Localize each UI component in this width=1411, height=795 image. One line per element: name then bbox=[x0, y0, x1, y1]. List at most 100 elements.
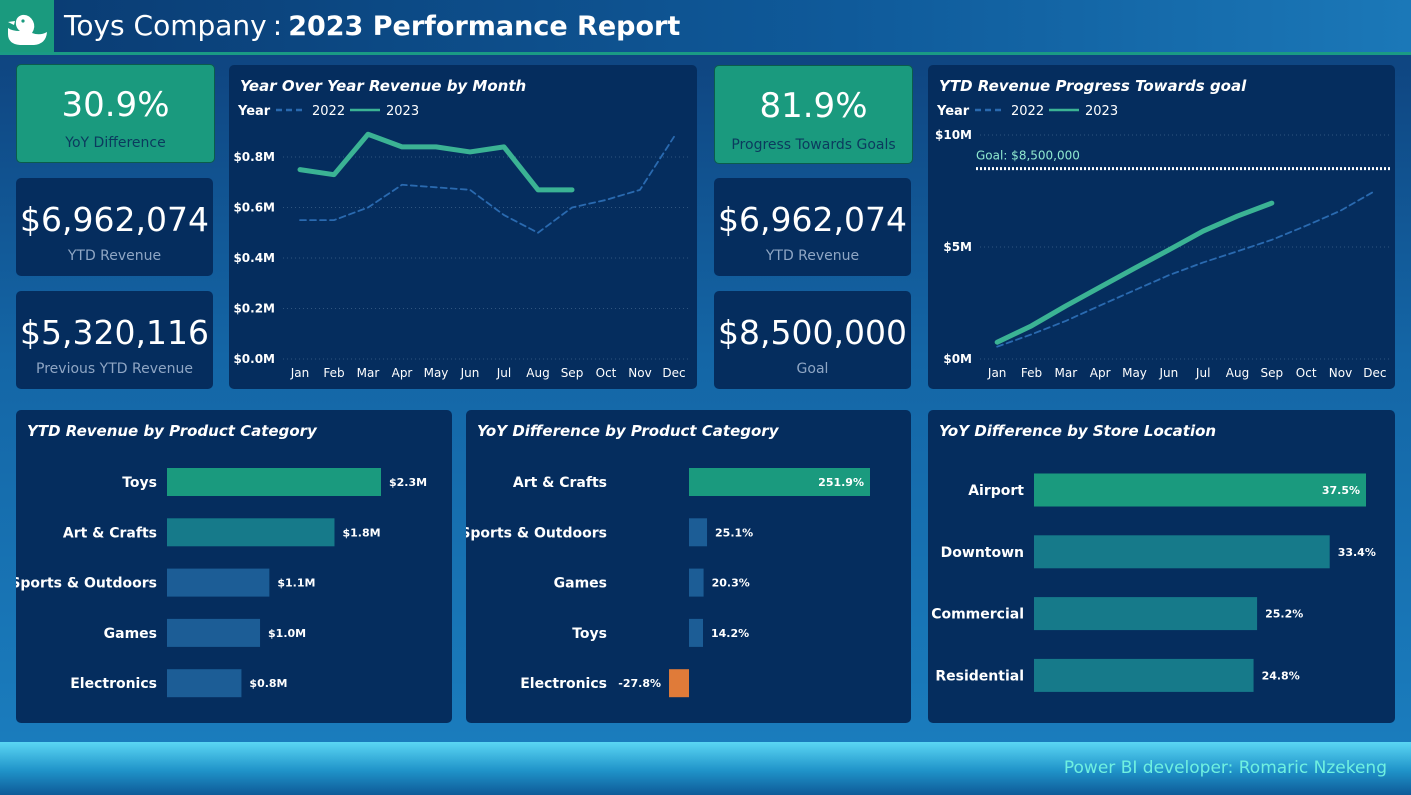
bar-commercial bbox=[1034, 597, 1258, 631]
report-title: Toys Company:2023 Performance Report bbox=[64, 6, 680, 46]
category-label: Commercial bbox=[931, 607, 1024, 623]
category-label: Electronics bbox=[70, 676, 157, 692]
data-label: 14.2% bbox=[711, 627, 749, 640]
x-tick-label: Oct bbox=[1296, 366, 1317, 380]
kpi-value: $6,962,074 bbox=[718, 200, 907, 239]
legend-label-2022: 2022 bbox=[312, 104, 345, 119]
y-tick-label: $5M bbox=[943, 240, 972, 254]
series-line-2023 bbox=[297, 131, 575, 193]
bar-toys bbox=[689, 618, 703, 647]
kpi-label: Previous YTD Revenue bbox=[36, 361, 193, 377]
bar-toys bbox=[167, 468, 381, 496]
ytd-by-product-panel[interactable]: YTD Revenue by Product Category Toys $2.3… bbox=[16, 410, 452, 723]
data-label: 25.2% bbox=[1265, 608, 1303, 621]
ytd-progress-chart: Year 2022 2023 $0M $5M $10M Jan Feb Mar Apr May Jun… bbox=[935, 104, 1392, 380]
kpi-label: YTD Revenue bbox=[67, 248, 162, 264]
kpi-label: YTD Revenue bbox=[765, 248, 860, 264]
category-label: Sports & Outdoors bbox=[16, 576, 157, 592]
kpi-value: $6,962,074 bbox=[20, 200, 209, 239]
yoy-by-product-panel[interactable]: YoY Difference by Product Category Art &… bbox=[466, 410, 911, 723]
category-label: Airport bbox=[968, 483, 1024, 499]
y-tick-label: $0.2M bbox=[233, 302, 275, 316]
ytd-by-product-chart: Toys $2.3M Art & Crafts $1.8M Sports & Outdo… bbox=[16, 468, 427, 698]
kpi-previous-ytd-revenue[interactable]: $5,320,116 Previous YTD Revenue bbox=[16, 291, 213, 389]
kpi-ytd-revenue-2[interactable]: $6,962,074 YTD Revenue bbox=[714, 178, 911, 276]
y-tick-label: $0.0M bbox=[233, 352, 275, 366]
legend-title: Year bbox=[237, 104, 271, 119]
kpi-value: $8,500,000 bbox=[718, 313, 907, 352]
data-label: $1.0M bbox=[268, 627, 306, 640]
data-label: $1.1M bbox=[277, 577, 315, 590]
legend-label-2023: 2023 bbox=[386, 104, 419, 119]
x-tick-label: Dec bbox=[662, 366, 685, 380]
header-bar: Toys Company:2023 Performance Report bbox=[0, 0, 1411, 55]
kpi-value: 81.9% bbox=[759, 86, 868, 126]
legend-label-2023: 2023 bbox=[1085, 104, 1118, 119]
report-name: 2023 Performance Report bbox=[288, 11, 681, 42]
kpi-value: 30.9% bbox=[61, 85, 170, 125]
x-tick-label: Dec bbox=[1363, 366, 1386, 380]
x-tick-label: Apr bbox=[1090, 366, 1111, 380]
category-label: Art & Crafts bbox=[63, 525, 157, 541]
x-tick-label: Mar bbox=[357, 366, 380, 380]
x-tick-label: Jun bbox=[1158, 366, 1178, 380]
legend-label-2022: 2022 bbox=[1011, 104, 1044, 119]
category-label: Art & Crafts bbox=[513, 475, 607, 491]
bar-electronics bbox=[167, 669, 242, 698]
data-label: 33.4% bbox=[1338, 546, 1376, 559]
y-tick-label: $0.6M bbox=[233, 201, 275, 215]
title-separator: : bbox=[272, 9, 283, 42]
bar-electronics bbox=[669, 669, 689, 698]
bar-games bbox=[167, 618, 261, 647]
footer-bar: Power BI developer: Romaric Nzekeng bbox=[0, 742, 1411, 795]
goal-label: Goal: $8,500,000 bbox=[976, 149, 1080, 163]
x-tick-label: Jul bbox=[496, 366, 511, 380]
x-tick-label: Sep bbox=[561, 366, 584, 380]
footer-credit: Power BI developer: Romaric Nzekeng bbox=[1063, 758, 1387, 778]
category-label: Downtown bbox=[941, 545, 1024, 561]
x-tick-label: Jan bbox=[290, 366, 310, 380]
y-tick-label: $0M bbox=[943, 352, 972, 366]
kpi-progress-towards-goals[interactable]: 81.9% Progress Towards Goals bbox=[714, 65, 913, 164]
bar-airport bbox=[1034, 473, 1366, 507]
x-tick-label: May bbox=[424, 366, 449, 380]
category-label: Games bbox=[104, 626, 157, 642]
series-line-2023 bbox=[994, 200, 1275, 345]
x-tick-label: Oct bbox=[596, 366, 617, 380]
y-tick-label: $10M bbox=[935, 128, 972, 142]
data-label: 20.3% bbox=[712, 577, 750, 590]
bar-residential bbox=[1034, 658, 1254, 692]
data-label: 37.5% bbox=[1322, 484, 1360, 497]
kpi-value: $5,320,116 bbox=[20, 313, 209, 352]
bar-sports-outdoors bbox=[167, 568, 270, 597]
y-tick-label: $0.8M bbox=[233, 150, 275, 164]
category-label: Residential bbox=[935, 668, 1024, 684]
yoy-by-store-panel[interactable]: YoY Difference by Store Location Airport… bbox=[928, 410, 1395, 723]
bar-art-crafts bbox=[167, 518, 335, 547]
data-label: $0.8M bbox=[249, 677, 287, 690]
ytd-progress-panel[interactable]: YTD Revenue Progress Towards goal Year 20… bbox=[928, 65, 1395, 389]
category-label: Electronics bbox=[520, 676, 607, 692]
x-tick-label: Feb bbox=[323, 366, 344, 380]
bar-sports-outdoors bbox=[689, 518, 708, 547]
kpi-label: YoY Difference bbox=[65, 135, 166, 151]
kpi-yoy-difference[interactable]: 30.9% YoY Difference bbox=[16, 64, 215, 163]
data-label: $2.3M bbox=[389, 476, 427, 489]
data-label: 24.8% bbox=[1262, 669, 1300, 682]
legend-title: Year bbox=[936, 104, 970, 119]
category-label: Toys bbox=[122, 475, 157, 491]
x-tick-label: Nov bbox=[628, 366, 651, 380]
x-tick-label: Sep bbox=[1261, 366, 1284, 380]
data-label: 25.1% bbox=[715, 526, 753, 539]
duck-icon bbox=[8, 14, 47, 45]
yoy-revenue-by-month-panel[interactable]: Year Over Year Revenue by Month Year 2022… bbox=[229, 65, 697, 389]
category-label: Toys bbox=[572, 626, 607, 642]
kpi-goal[interactable]: $8,500,000 Goal bbox=[714, 291, 911, 389]
x-tick-label: Jul bbox=[1195, 366, 1210, 380]
x-tick-label: Nov bbox=[1329, 366, 1352, 380]
bar-downtown bbox=[1034, 535, 1330, 569]
company-name: Toys Company bbox=[64, 9, 267, 42]
x-tick-label: Jun bbox=[460, 366, 480, 380]
kpi-ytd-revenue[interactable]: $6,962,074 YTD Revenue bbox=[16, 178, 213, 276]
y-tick-label: $0.4M bbox=[233, 251, 275, 265]
